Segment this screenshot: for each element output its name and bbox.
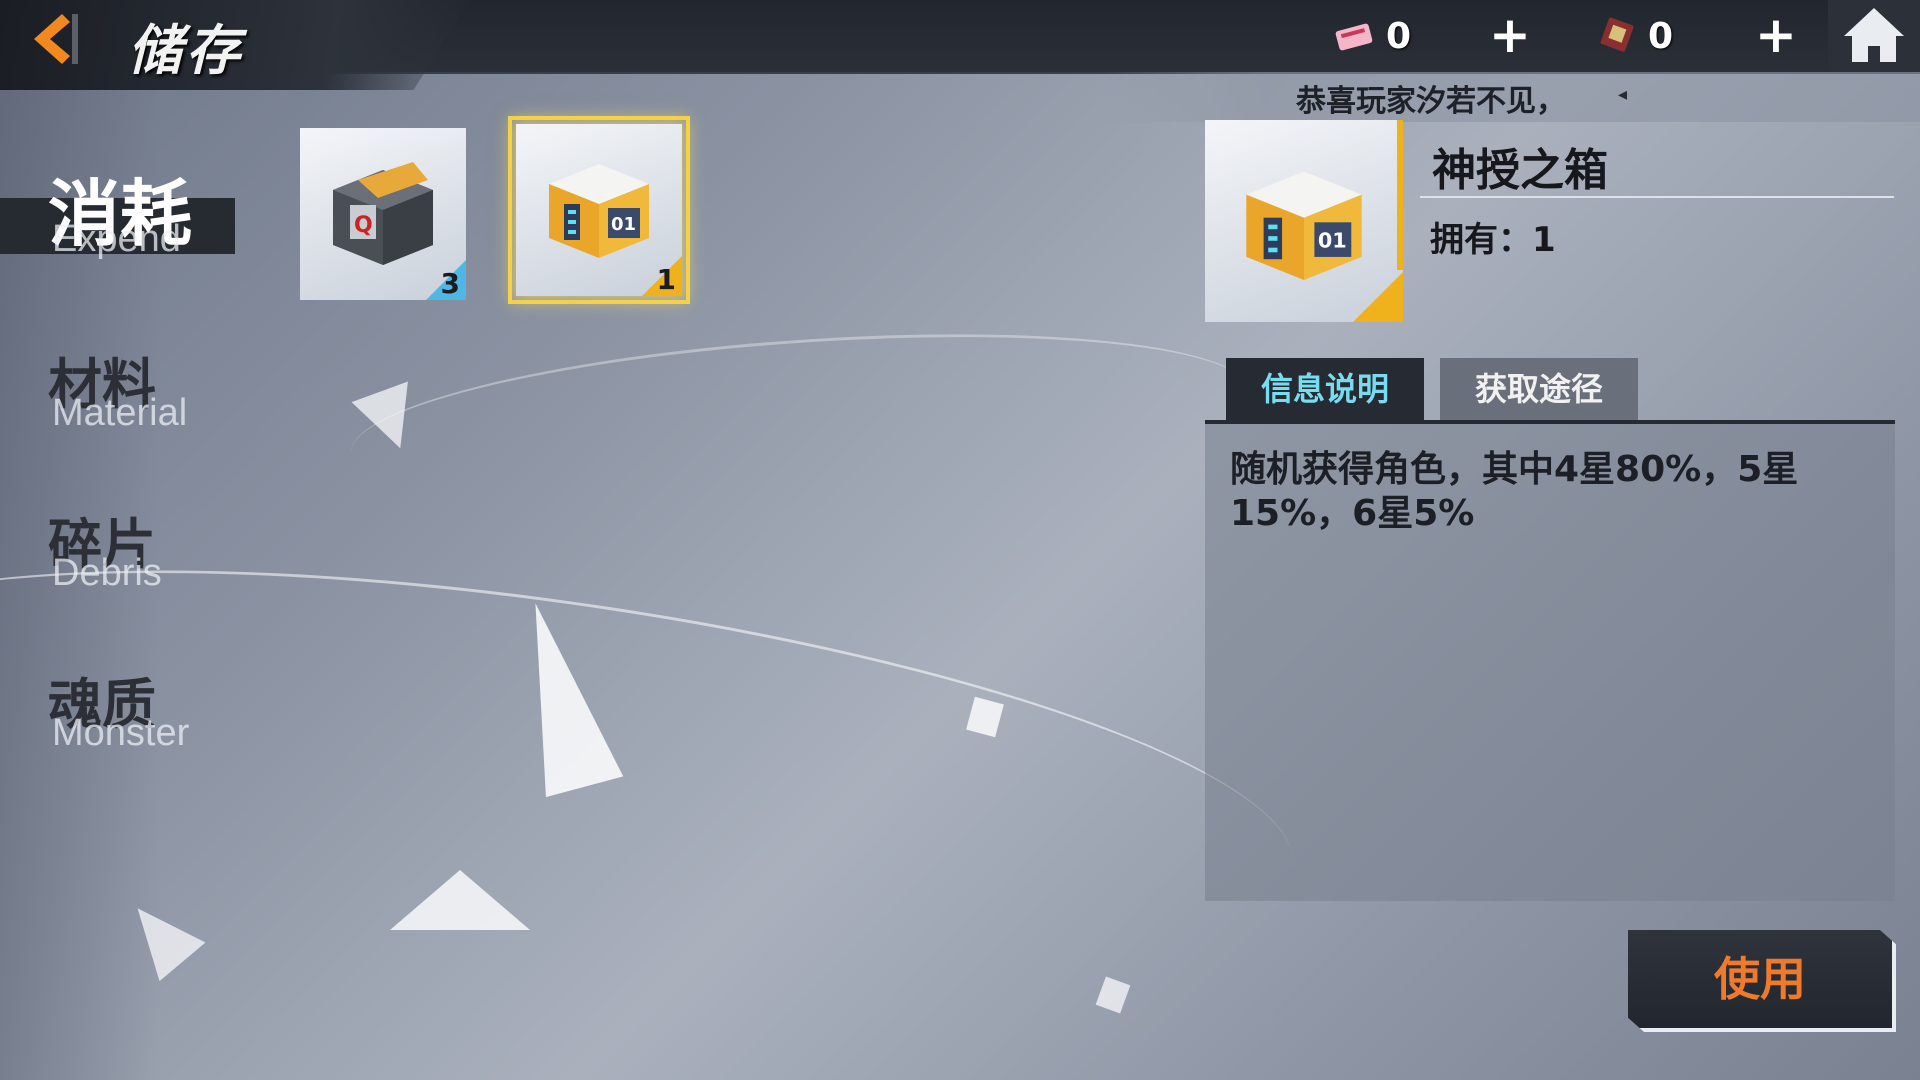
tab-debris-sublabel: Debris — [52, 552, 162, 594]
tab-debris[interactable]: 碎片 Debris — [0, 500, 240, 600]
svg-text:01: 01 — [1318, 229, 1347, 253]
divine-box-icon: 01 — [1246, 171, 1362, 280]
svg-text:Q: Q — [354, 213, 373, 238]
item-description: 随机获得角色，其中4星80%，5星15%，6星5% — [1230, 449, 1799, 534]
chip-count: 0 — [1648, 15, 1674, 57]
inventory-item-divine-box[interactable]: 01 1 — [508, 116, 690, 304]
inventory-item-dark-crate[interactable]: Q 3 — [300, 128, 466, 300]
tab-monster-sublabel: Monster — [52, 712, 190, 754]
description-panel: 随机获得角色，其中4星80%，5星15%，6星5% — [1205, 420, 1895, 901]
add-chip-button[interactable]: + — [1754, 10, 1798, 60]
broadcast-arrow-icon: ◂ — [1618, 84, 1628, 105]
broadcast-text: 恭喜玩家汐若不见， — [1296, 84, 1566, 119]
divine-box-icon: 01 — [549, 164, 649, 258]
svg-text:01: 01 — [611, 214, 636, 235]
rarity-stripe — [1397, 120, 1403, 270]
home-button[interactable] — [1828, 0, 1920, 72]
rarity-corner — [1353, 272, 1403, 322]
tab-source[interactable]: 获取途径 — [1440, 358, 1638, 420]
item-count: 3 — [440, 267, 460, 300]
light-shard — [390, 870, 530, 930]
tab-expend[interactable]: 消耗 Expend — [0, 140, 240, 280]
tab-expend-sublabel: Expend — [52, 218, 181, 260]
dark-crate-icon: Q — [333, 162, 433, 265]
light-shard — [1095, 976, 1131, 1014]
detail-item-icon: 01 — [1205, 120, 1403, 322]
item-name: 神授之箱 — [1432, 145, 1608, 196]
ticket-count: 0 — [1386, 15, 1412, 57]
use-button[interactable]: 使用 — [1628, 930, 1896, 1032]
page-title: 储存 — [128, 19, 244, 82]
divider — [1420, 196, 1894, 198]
resource-chip: 0 — [1598, 12, 1673, 60]
item-count: 1 — [656, 263, 676, 296]
back-button[interactable] — [20, 8, 90, 70]
ticket-icon — [1335, 23, 1373, 51]
resource-ticket: 0 — [1334, 12, 1411, 60]
light-streak — [345, 308, 1255, 535]
tab-material[interactable]: 材料 Material — [0, 340, 240, 440]
tab-monster[interactable]: 魂质 Monster — [0, 660, 240, 760]
add-ticket-button[interactable]: + — [1488, 10, 1532, 60]
tab-material-sublabel: Material — [52, 392, 188, 434]
owned-count: 拥有：1 — [1430, 220, 1556, 260]
back-arrow-icon — [34, 14, 78, 64]
home-icon — [1828, 0, 1920, 72]
chip-icon — [1600, 17, 1634, 52]
tab-info[interactable]: 信息说明 — [1226, 358, 1424, 420]
